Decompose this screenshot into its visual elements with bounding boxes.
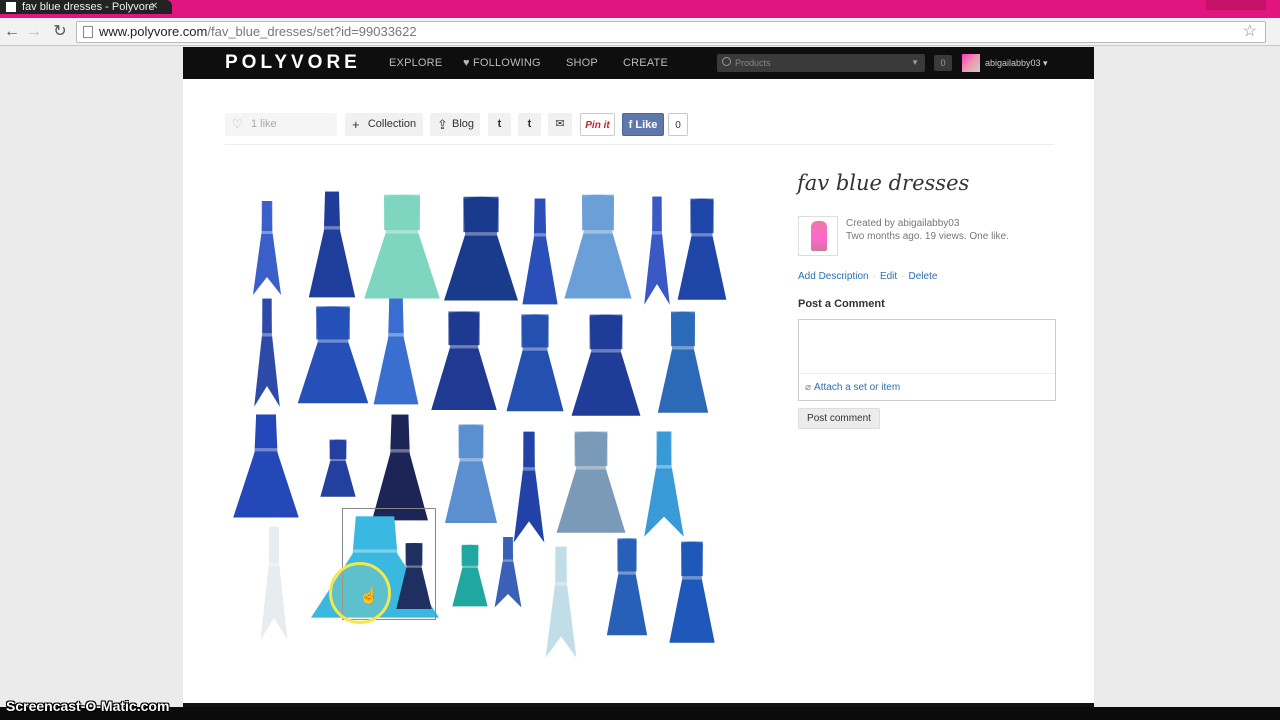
address-bar[interactable]: www.polyvore.com/fav_blue_dresses/set?id… bbox=[76, 21, 1266, 43]
heart-icon: ♥ bbox=[463, 57, 473, 69]
collage-item-dress[interactable] bbox=[505, 427, 553, 545]
url-host: www.polyvore.com bbox=[99, 24, 208, 39]
created-by[interactable]: Created by abigailabby03 bbox=[846, 218, 959, 229]
close-tab-icon[interactable]: ✕ bbox=[150, 0, 158, 14]
collage-item-dress[interactable] bbox=[245, 197, 289, 297]
fb-like-label: Like bbox=[635, 119, 658, 131]
email-icon[interactable]: ✉ bbox=[548, 113, 572, 136]
collage-item-dress[interactable] bbox=[225, 410, 307, 522]
url-path: /fav_blue_dresses/set?id=99033622 bbox=[207, 24, 417, 39]
collage-item-dress[interactable] bbox=[633, 427, 695, 539]
site-logo[interactable]: POLYVORE bbox=[225, 52, 361, 74]
blog-button[interactable]: ⇪ Blog bbox=[430, 113, 480, 136]
delete-link[interactable]: Delete bbox=[909, 271, 938, 282]
browser-toolbar: ← → ↻ www.polyvore.com/fav_blue_dresses/… bbox=[0, 18, 1280, 46]
facebook-like-button[interactable]: f Like bbox=[622, 113, 664, 136]
comment-box: ⌀ Attach a set or item bbox=[798, 319, 1056, 401]
collage-item-dress[interactable] bbox=[665, 537, 719, 652]
set-title: fav blue dresses bbox=[797, 171, 970, 195]
blog-label: Blog bbox=[451, 118, 475, 130]
fb-like-count: 0 bbox=[668, 113, 688, 136]
bookmark-star-icon[interactable]: ☆ bbox=[1243, 22, 1257, 42]
collage-item-dress[interactable] bbox=[653, 307, 713, 422]
nav-shop[interactable]: SHOP bbox=[566, 57, 598, 69]
like-count: 1 like bbox=[251, 118, 277, 130]
post-comment-button[interactable]: Post comment bbox=[798, 408, 880, 429]
like-button[interactable]: ♡ 1 like bbox=[225, 113, 337, 136]
collage-item-dress[interactable] bbox=[501, 310, 569, 420]
forward-icon[interactable]: → bbox=[24, 22, 44, 42]
divider bbox=[225, 144, 1054, 145]
collage-item-dress[interactable] bbox=[487, 534, 529, 609]
collage-item-dress[interactable] bbox=[565, 310, 647, 425]
pinterest-button[interactable]: Pin it bbox=[580, 113, 615, 136]
collage-item-dress[interactable] bbox=[317, 437, 359, 502]
set-collage: ☝ bbox=[225, 182, 735, 672]
nav-following[interactable]: ♥ FOLLOWING bbox=[463, 57, 541, 69]
attach-link[interactable]: ⌀ Attach a set or item bbox=[805, 382, 900, 393]
collage-item-dress[interactable] bbox=[357, 190, 447, 308]
collage-item-dress[interactable] bbox=[537, 542, 585, 660]
collage-item-dress[interactable] bbox=[291, 302, 375, 412]
collage-item-dress[interactable] bbox=[550, 427, 632, 542]
nav-following-label: FOLLOWING bbox=[473, 57, 541, 69]
comment-heading: Post a Comment bbox=[798, 298, 885, 310]
username: abigailabby03 bbox=[985, 58, 1041, 68]
collage-item-dress[interactable] bbox=[518, 194, 562, 309]
set-stats: Two months ago. 19 views. One like. bbox=[846, 231, 1009, 242]
site-header: POLYVORE EXPLORE ♥ FOLLOWING SHOP CREATE… bbox=[183, 47, 1094, 79]
collage-item-dress[interactable] bbox=[425, 307, 503, 419]
browser-tab[interactable]: fav blue dresses - Polyvore ✕ bbox=[0, 0, 172, 14]
attach-label: Attach a set or item bbox=[814, 382, 901, 393]
favicon-icon bbox=[6, 2, 16, 12]
comment-input[interactable] bbox=[799, 320, 1055, 374]
user-menu[interactable]: abigailabby03 ▾ bbox=[985, 58, 1048, 69]
add-description-link[interactable]: Add Description bbox=[798, 271, 869, 282]
twitter-icon[interactable]: t bbox=[488, 113, 511, 136]
nav-explore[interactable]: EXPLORE bbox=[389, 57, 442, 69]
chevron-down-icon[interactable]: ▼ bbox=[911, 54, 919, 72]
notification-count[interactable]: 0 bbox=[934, 55, 952, 71]
paperclip-icon: ⌀ bbox=[805, 382, 812, 393]
collection-label: Collection bbox=[367, 118, 417, 130]
set-actions: Add Description · Edit · Delete bbox=[798, 271, 938, 282]
collage-item-dress[interactable] bbox=[368, 294, 424, 409]
page-icon bbox=[83, 26, 93, 38]
search-icon bbox=[722, 57, 731, 66]
share-icon: ⇪ bbox=[437, 117, 448, 132]
nav-create[interactable]: CREATE bbox=[623, 57, 668, 69]
product-search-input[interactable]: Products ▼ bbox=[717, 54, 925, 72]
edit-link[interactable]: Edit bbox=[880, 271, 897, 282]
collage-item-dress[interactable] bbox=[449, 542, 491, 612]
hand-cursor-icon: ☝ bbox=[359, 588, 379, 605]
browser-tabstrip: fav blue dresses - Polyvore ✕ bbox=[0, 0, 1280, 18]
back-icon[interactable]: ← bbox=[2, 22, 22, 42]
collage-item-dress[interactable] bbox=[603, 534, 651, 644]
collection-button[interactable]: + Collection bbox=[345, 113, 423, 136]
collage-item-dress[interactable] bbox=[637, 192, 677, 307]
screencast-watermark: Screencast-O-Matic.com bbox=[6, 698, 170, 714]
collage-item-dress[interactable] bbox=[253, 522, 295, 642]
collage-item-dress[interactable] bbox=[673, 194, 731, 309]
collage-item-dress[interactable] bbox=[303, 187, 361, 302]
heart-outline-icon: ♡ bbox=[232, 117, 243, 131]
plus-icon: + bbox=[352, 117, 360, 132]
tab-title: fav blue dresses - Polyvore bbox=[22, 1, 155, 13]
page-content: POLYVORE EXPLORE ♥ FOLLOWING SHOP CREATE… bbox=[183, 47, 1094, 707]
window-controls[interactable] bbox=[1206, 0, 1266, 10]
creator-avatar[interactable] bbox=[798, 216, 838, 256]
search-placeholder: Products bbox=[735, 58, 771, 68]
collage-item-dress[interactable] bbox=[558, 190, 638, 308]
collage-item-dress[interactable] bbox=[247, 294, 287, 409]
user-avatar[interactable] bbox=[962, 54, 980, 72]
tumblr-icon[interactable]: t bbox=[518, 113, 541, 136]
collage-item-dress[interactable] bbox=[437, 192, 525, 310]
recorder-bar bbox=[0, 707, 1280, 720]
reload-icon[interactable]: ↻ bbox=[50, 22, 70, 42]
